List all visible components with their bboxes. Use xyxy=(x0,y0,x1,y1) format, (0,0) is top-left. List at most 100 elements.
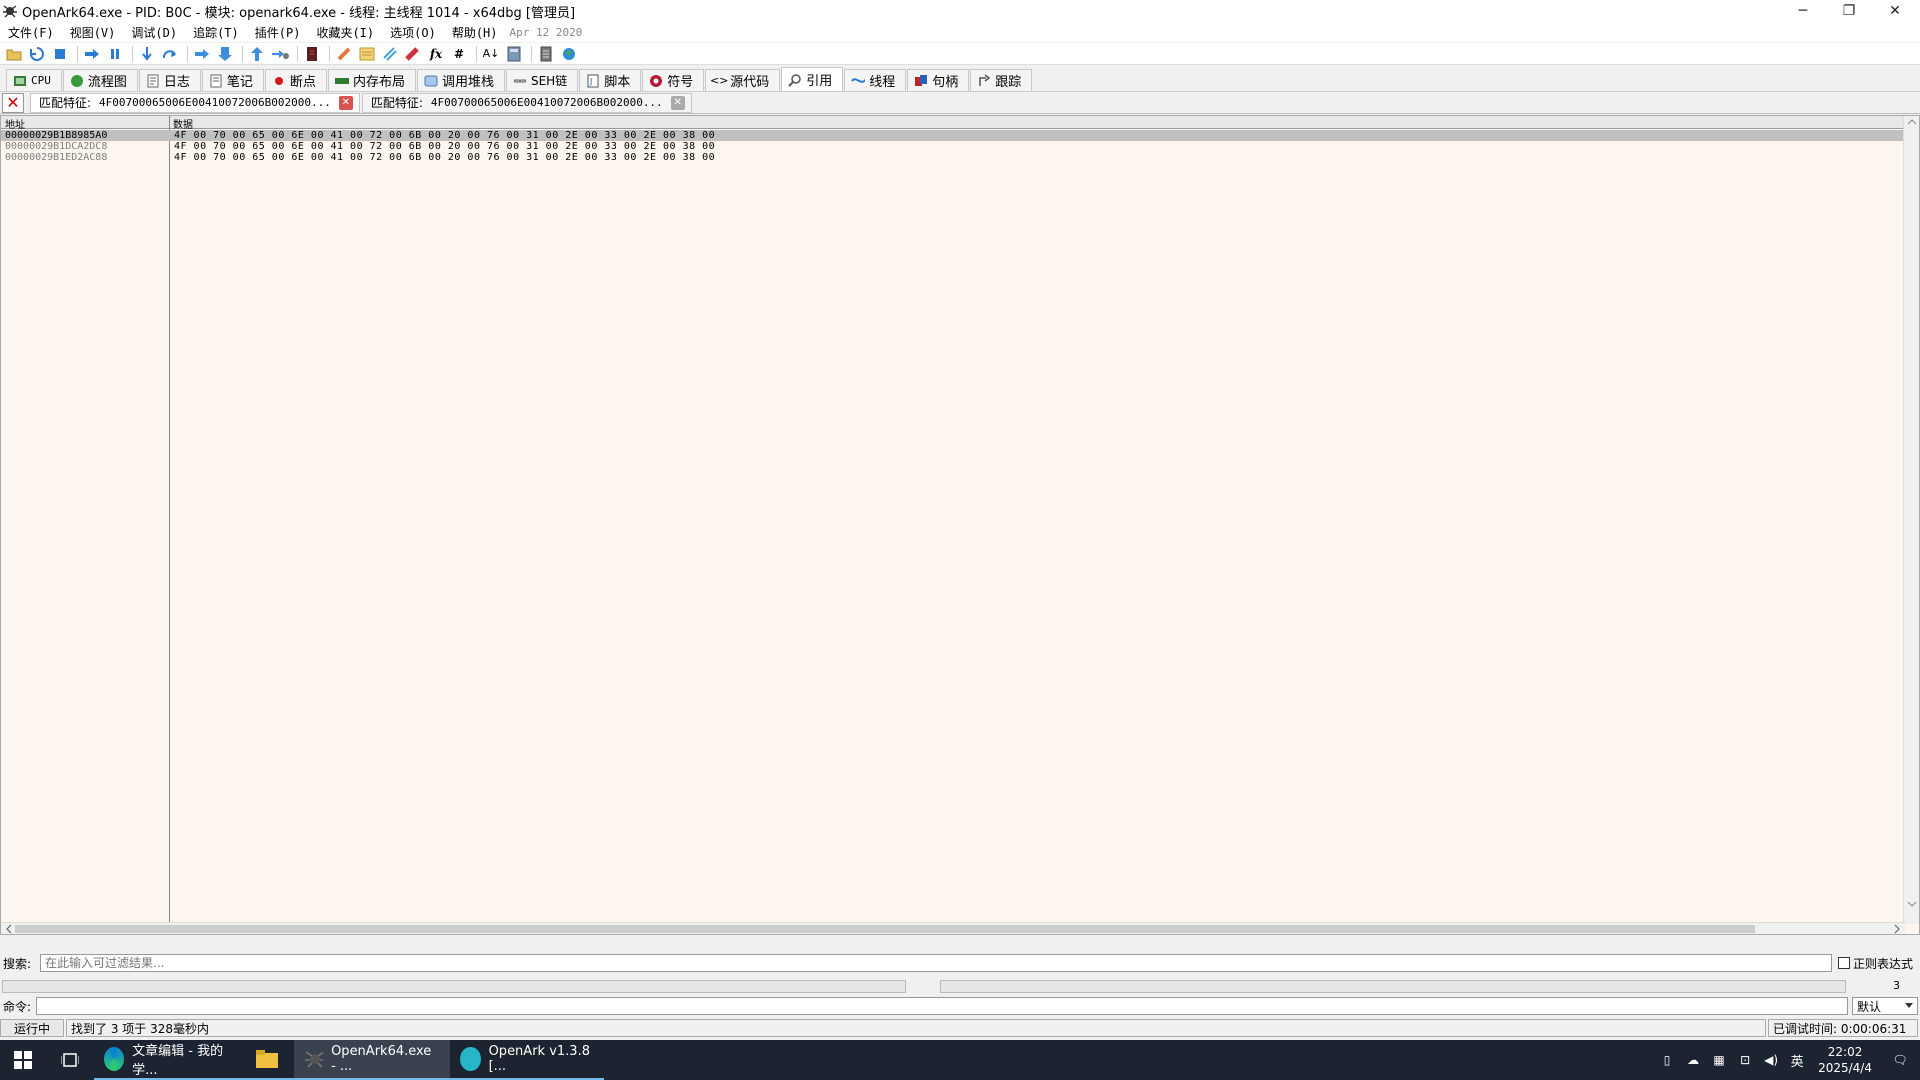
minimize-button[interactable]: ─ xyxy=(1780,0,1826,22)
comment-icon[interactable] xyxy=(357,45,377,63)
search-input[interactable] xyxy=(40,954,1832,972)
menu-trace[interactable]: 追踪(T) xyxy=(185,24,247,41)
start-button[interactable] xyxy=(0,1040,46,1080)
command-input[interactable] xyxy=(36,997,1848,1015)
horizontal-scrollbar[interactable] xyxy=(1,922,1905,934)
keyboard-icon[interactable]: ▦ xyxy=(1708,1053,1730,1067)
network-icon[interactable]: ⊡ xyxy=(1734,1053,1756,1067)
open-icon[interactable] xyxy=(4,45,24,63)
menu-favourites[interactable]: 收藏夹(I) xyxy=(308,24,382,41)
table-row[interactable]: 00000029B1B8985A0 4F 00 70 00 65 00 6E 0… xyxy=(1,130,1905,141)
clock[interactable]: 22:02 2025/4/4 xyxy=(1810,1044,1880,1076)
usb-icon[interactable]: ▯ xyxy=(1656,1053,1678,1067)
tab-references[interactable]: 引用 xyxy=(781,67,844,91)
command-mode-select[interactable]: 默认 xyxy=(1852,997,1918,1015)
references-table[interactable]: 地址 数据 00000029B1B8985A0 4F 00 70 00 65 0… xyxy=(0,115,1920,935)
close-all-icon[interactable]: ✕ xyxy=(2,92,24,113)
tab-label: 断点 xyxy=(289,75,316,90)
notification-icon[interactable]: 🗨 xyxy=(1882,1053,1918,1067)
vertical-scrollbar[interactable] xyxy=(1903,116,1919,924)
tab-trace[interactable]: 跟踪 xyxy=(970,69,1033,91)
close-button[interactable]: ✕ xyxy=(1872,0,1918,22)
tab-graph[interactable]: 流程图 xyxy=(62,69,138,91)
breakpoint-icon xyxy=(272,74,286,88)
column-header-address[interactable]: 地址 xyxy=(5,116,25,131)
tab-threads[interactable]: 线程 xyxy=(844,69,907,91)
taskbar-app-x64dbg[interactable]: OpenArk64.exe - ... xyxy=(294,1040,450,1080)
menu-file[interactable]: 文件(F) xyxy=(0,24,62,41)
title-bar: OpenArk64.exe - PID: B0C - 模块: openark64… xyxy=(0,0,1920,22)
tab-log[interactable]: 日志 xyxy=(138,69,201,91)
regex-checkbox[interactable]: 正则表达式 xyxy=(1838,955,1913,972)
symbol-icon xyxy=(649,74,663,88)
patch-icon[interactable] xyxy=(334,45,354,63)
run-icon[interactable] xyxy=(82,45,102,63)
close-tab-icon[interactable]: ✕ xyxy=(338,95,353,110)
column-divider[interactable] xyxy=(169,116,170,924)
restore-button[interactable]: ❐ xyxy=(1826,0,1872,22)
scrollbar-thumb[interactable] xyxy=(15,925,1755,933)
toolbar-separator xyxy=(132,45,133,62)
step-over-icon[interactable] xyxy=(160,45,180,63)
table-row[interactable]: 00000029B1DCA2DC8 4F 00 70 00 65 00 6E 0… xyxy=(1,141,1905,152)
ime-indicator[interactable]: 英 xyxy=(1786,1051,1808,1070)
tab-notes[interactable]: 笔记 xyxy=(201,69,264,91)
toolbar-separator xyxy=(187,45,188,62)
menu-plugins[interactable]: 插件(P) xyxy=(247,24,309,41)
menu-debug[interactable]: 调试(D) xyxy=(123,24,185,41)
tab-label: 符号 xyxy=(667,75,694,90)
scroll-up-icon[interactable] xyxy=(1904,116,1920,128)
trace-into-icon[interactable] xyxy=(192,45,212,63)
pause-icon[interactable] xyxy=(105,45,125,63)
tab-script[interactable]: J 脚本 xyxy=(579,69,642,91)
task-view-button[interactable] xyxy=(46,1040,94,1080)
threads-icon xyxy=(851,74,866,88)
scylla-icon[interactable] xyxy=(302,45,322,63)
tab-breakpoints[interactable]: 断点 xyxy=(264,69,327,91)
scroll-right-icon[interactable] xyxy=(1891,923,1903,935)
execute-till-return-icon[interactable] xyxy=(247,45,267,63)
calculator-icon[interactable] xyxy=(504,45,524,63)
tab-symbols[interactable]: 符号 xyxy=(642,69,705,91)
reference-tab[interactable]: 匹配特征: 4F00700065006E00410072006B002000..… xyxy=(30,92,360,113)
function-icon[interactable]: fx xyxy=(426,45,446,63)
toolbar: fx # A↓ xyxy=(0,43,1920,65)
taskbar-app-openark[interactable]: OpenArk v1.3.8 [... xyxy=(450,1040,604,1080)
taskbar-app-edge[interactable]: 文章编辑 - 我的学... xyxy=(94,1040,240,1080)
status-message: 找到了 3 项于 328毫秒内 xyxy=(66,1019,1766,1037)
tab-seh-chain[interactable]: SEH链 xyxy=(505,69,579,91)
bookmark-icon[interactable] xyxy=(403,45,423,63)
scroll-down-icon[interactable] xyxy=(1904,898,1920,910)
notes-icon[interactable] xyxy=(536,45,556,63)
tab-cpu[interactable]: CPU xyxy=(6,69,62,91)
trace-over-icon[interactable] xyxy=(215,45,235,63)
tab-handles[interactable]: 句柄 xyxy=(907,69,970,91)
tab-label: 源代码 xyxy=(730,75,770,90)
scroll-left-icon[interactable] xyxy=(3,923,15,935)
menu-help[interactable]: 帮助(H) xyxy=(444,24,506,41)
font-icon[interactable]: A↓ xyxy=(481,45,501,63)
tab-source[interactable]: <> 源代码 xyxy=(705,69,781,91)
stop-icon[interactable] xyxy=(50,45,70,63)
run-to-user-code-icon[interactable] xyxy=(270,45,290,63)
reference-tab[interactable]: 匹配特征: 4F00700065006E00410072006B002000..… xyxy=(361,92,692,113)
volume-icon[interactable]: ◀) xyxy=(1760,1053,1782,1067)
restart-icon[interactable] xyxy=(27,45,47,63)
table-row[interactable]: 00000029B1ED2AC88 4F 00 70 00 65 00 6E 0… xyxy=(1,152,1905,163)
step-into-icon[interactable] xyxy=(137,45,157,63)
menu-view[interactable]: 视图(V) xyxy=(62,24,124,41)
toolbar-separator xyxy=(531,45,532,62)
hash-icon[interactable]: # xyxy=(449,45,469,63)
menu-options[interactable]: 选项(O) xyxy=(382,24,444,41)
label-icon[interactable] xyxy=(380,45,400,63)
column-header-data[interactable]: 数据 xyxy=(173,116,193,131)
tab-call-stack[interactable]: 调用堆栈 xyxy=(416,69,505,91)
tab-memory-map[interactable]: 内存布局 xyxy=(327,69,416,91)
globe-icon[interactable] xyxy=(559,45,579,63)
cloud-icon[interactable]: ☁ xyxy=(1682,1053,1704,1067)
toolbar-separator xyxy=(476,45,477,62)
close-tab-icon[interactable]: ✕ xyxy=(670,95,685,110)
taskbar-app-explorer[interactable] xyxy=(240,1040,294,1080)
tab-label: 调用堆栈 xyxy=(441,75,494,90)
checkbox-icon[interactable] xyxy=(1838,957,1850,969)
